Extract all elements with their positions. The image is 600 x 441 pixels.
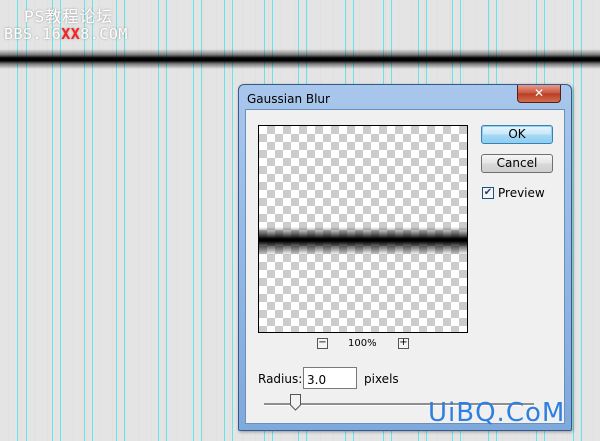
radius-unit-label: pixels (364, 372, 399, 386)
radius-input[interactable] (303, 367, 357, 389)
zoom-in-button[interactable]: + (398, 338, 409, 349)
gaussian-blur-dialog: Gaussian Blur ✕ − 100% + OK Cancel ✔ Pre… (238, 84, 572, 431)
watermark-suffix: 8.COM (80, 25, 128, 43)
preview-blurred-stroke (259, 227, 467, 255)
plus-icon: + (399, 337, 408, 348)
dialog-title: Gaussian Blur (247, 92, 330, 106)
dialog-body: − 100% + OK Cancel ✔ Preview Radius: pix… (245, 109, 565, 424)
close-button[interactable]: ✕ (517, 85, 561, 103)
preview-pane[interactable] (258, 125, 468, 333)
minus-icon: − (318, 337, 327, 348)
watermark-line2: BBS.16XX8.COM (4, 25, 128, 43)
ok-button[interactable]: OK (481, 125, 553, 144)
preview-label: Preview (498, 186, 545, 200)
checkmark-icon: ✔ (483, 187, 493, 198)
zoom-level: 100% (348, 338, 377, 349)
preview-checkbox[interactable]: ✔ (482, 187, 494, 199)
cancel-button[interactable]: Cancel (481, 154, 553, 173)
watermark-red-text: XX (61, 25, 81, 43)
radius-label: Radius: (258, 372, 303, 386)
slider-thumb-icon[interactable] (289, 394, 301, 411)
watermark-line1: PS教程论坛 (24, 7, 114, 26)
watermark-bottom: UiBQ.CoM (428, 398, 566, 428)
watermark-prefix: BBS.16 (4, 25, 62, 43)
horizontal-stroke (0, 49, 600, 69)
title-bar[interactable]: Gaussian Blur ✕ (239, 85, 571, 109)
close-icon: ✕ (533, 86, 545, 100)
zoom-out-button[interactable]: − (317, 338, 328, 349)
